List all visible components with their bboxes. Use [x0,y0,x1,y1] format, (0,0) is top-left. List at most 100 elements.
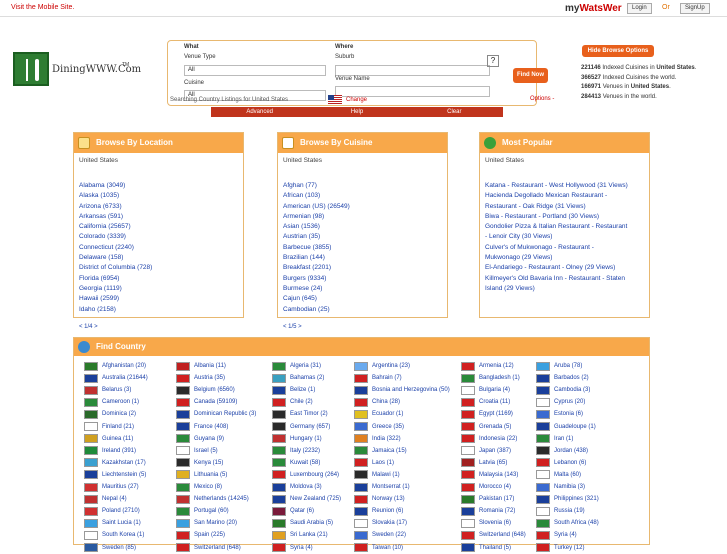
country-item[interactable]: Armenia (12) [461,360,514,372]
suburb-input[interactable] [335,65,490,76]
country-name[interactable]: Liechtenstein (5) [102,472,146,478]
country-item[interactable]: Cameroon (1) [84,396,139,408]
country-item[interactable]: Mexico (8) [176,481,222,493]
popular-venue-link[interactable]: Restaurant - Oak Ridge (31 Views) [485,202,644,212]
country-item[interactable]: Finland (21) [84,421,134,433]
country-item[interactable]: India (322) [354,433,401,445]
country-name[interactable]: Slovakia (17) [372,520,407,526]
country-name[interactable]: Sri Lanka (21) [290,532,328,538]
country-name[interactable]: Albania (11) [194,363,226,369]
options-link[interactable]: Options - [530,96,554,102]
country-name[interactable]: Reunion (6) [372,508,403,514]
country-item[interactable]: Iran (1) [536,433,573,445]
country-name[interactable]: India (322) [372,436,401,442]
country-item[interactable]: Liechtenstein (5) [84,469,146,481]
country-name[interactable]: Greece (35) [372,424,404,430]
country-name[interactable]: Guinea (11) [102,436,133,442]
country-item[interactable]: France (408) [176,421,228,433]
location-link[interactable]: Arizona (6733) [79,202,238,212]
country-name[interactable]: Mauritius (27) [102,484,139,490]
country-name[interactable]: Bangladesh (1) [479,375,520,381]
popular-venue-link[interactable]: Biwa - Restaurant - Portland (30 Views) [485,212,644,222]
clear-button[interactable]: Clear [406,107,503,117]
country-name[interactable]: South Korea (1) [102,532,144,538]
country-item[interactable]: Egypt (1169) [461,408,513,420]
country-item[interactable]: Bulgaria (4) [461,384,510,396]
venue-type-select[interactable]: All [184,65,326,76]
country-name[interactable]: Lithuania (5) [194,472,227,478]
country-name[interactable]: Bulgaria (4) [479,387,510,393]
country-name[interactable]: Poland (2710) [102,508,140,514]
country-name[interactable]: Taiwan (10) [372,545,403,551]
country-item[interactable]: Belarus (3) [84,384,131,396]
location-link[interactable]: Connecticut (2240) [79,243,238,253]
location-link[interactable]: Alaska (1035) [79,191,238,201]
country-item[interactable]: Luxembourg (264) [272,469,339,481]
country-name[interactable]: Austria (35) [194,375,225,381]
country-name[interactable]: Montserrat (1) [372,484,410,490]
country-name[interactable]: Japan (387) [479,448,511,454]
cuisine-link[interactable]: Asian (1536) [283,222,442,232]
country-name[interactable]: Bahamas (2) [290,375,324,381]
country-name[interactable]: Norway (13) [372,496,405,502]
popular-venue-link[interactable]: Hacienda Degollado Mexican Restaurant - [485,191,644,201]
country-name[interactable]: Romania (72) [479,508,515,514]
country-item[interactable]: Nepal (4) [84,493,127,505]
country-item[interactable]: Philippines (321) [536,493,599,505]
country-name[interactable]: Aruba (78) [554,363,582,369]
country-item[interactable]: Croatia (11) [461,396,510,408]
cuisine-link[interactable]: Burgers (9334) [283,274,442,284]
country-name[interactable]: Cyprus (20) [554,399,585,405]
dining-logo-icon[interactable] [13,52,49,86]
cuisine-link[interactable]: Barbecue (3855) [283,243,442,253]
country-name[interactable]: Kenya (15) [194,460,223,466]
country-item[interactable]: Belize (1) [272,384,315,396]
country-item[interactable]: Argentina (23) [354,360,410,372]
cuisine-pager[interactable]: < 1/5 > [283,324,302,330]
location-link[interactable]: Georgia (1119) [79,284,238,294]
country-item[interactable]: Sweden (85) [84,542,136,554]
country-name[interactable]: Dominican Republic (3) [194,411,256,417]
country-item[interactable]: Saint Lucia (1) [84,517,141,529]
country-name[interactable]: China (28) [372,399,400,405]
country-item[interactable]: Canada (59109) [176,396,237,408]
country-name[interactable]: Philippines (321) [554,496,599,502]
country-item[interactable]: Lebanon (6) [536,457,586,469]
country-name[interactable]: Portugal (60) [194,508,229,514]
popular-venue-link[interactable]: Island (29 Views) [485,284,644,294]
country-item[interactable]: Jordan (438) [536,445,588,457]
country-name[interactable]: Cambodia (3) [554,387,590,393]
country-item[interactable]: China (28) [354,396,400,408]
country-name[interactable]: Afghanistan (20) [102,363,146,369]
help-button[interactable]: Help [308,107,405,117]
country-item[interactable]: Slovenia (6) [461,517,511,529]
country-name[interactable]: Malta (60) [554,472,581,478]
country-item[interactable]: Hungary (1) [272,433,322,445]
country-name[interactable]: Qatar (6) [290,508,314,514]
country-item[interactable]: Turkey (12) [536,542,584,554]
country-name[interactable]: Kuwait (58) [290,460,320,466]
country-item[interactable]: Japan (387) [461,445,511,457]
country-item[interactable]: Dominica (2) [84,408,136,420]
country-item[interactable]: Bahrain (7) [354,372,402,384]
country-item[interactable]: Belgium (6560) [176,384,235,396]
country-item[interactable]: Israel (5) [176,445,218,457]
cuisine-link[interactable]: Cambodian (25) [283,305,442,315]
country-item[interactable]: Aruba (78) [536,360,582,372]
country-name[interactable]: Dominica (2) [102,411,136,417]
country-item[interactable]: Jamaica (15) [354,445,407,457]
country-name[interactable]: Morocco (4) [479,484,511,490]
country-name[interactable]: Estonia (6) [554,411,583,417]
cuisine-link[interactable]: Brazilian (144) [283,253,442,263]
country-item[interactable]: Afghanistan (20) [84,360,146,372]
country-item[interactable]: Spain (225) [176,529,225,541]
country-item[interactable]: New Zealand (725) [272,493,341,505]
cuisine-link[interactable]: American (US) (26549) [283,202,442,212]
country-item[interactable]: Sweden (22) [354,529,406,541]
find-now-button[interactable]: Find Now [513,68,548,83]
popular-venue-link[interactable]: Mukwonago (29 Views) [485,253,644,263]
country-item[interactable]: Norway (13) [354,493,405,505]
country-item[interactable]: Namibia (3) [536,481,585,493]
location-link[interactable]: Alabama (3049) [79,181,238,191]
location-pager[interactable]: < 1/4 > [79,324,98,330]
